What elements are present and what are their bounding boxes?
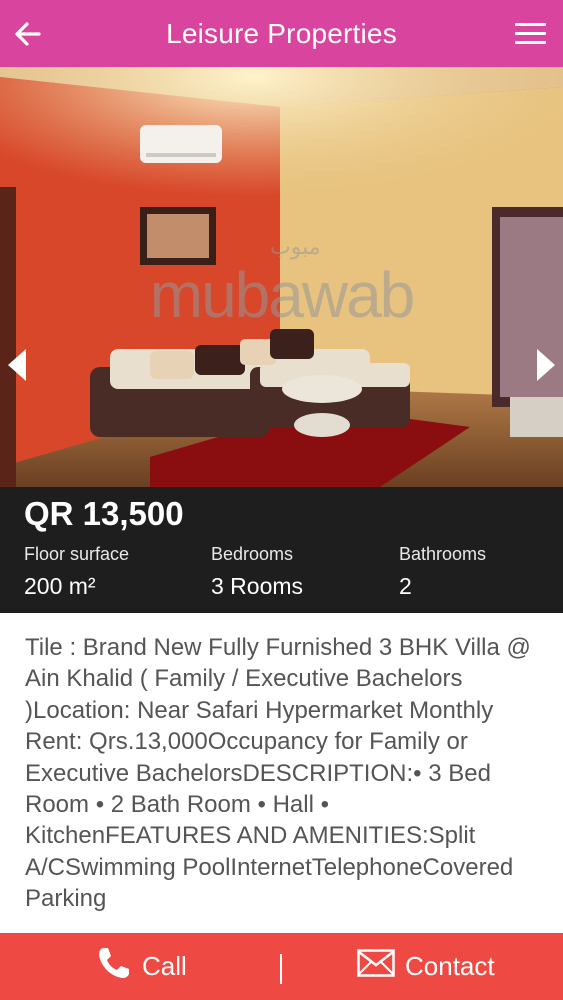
stat-bathrooms: Bathrooms 2 [399,544,486,600]
contact-label: Contact [405,951,495,981]
back-button[interactable] [10,16,46,52]
contact-button[interactable]: Contact [357,933,495,1000]
watermark-arabic: مبوب [270,235,321,260]
arrow-left-icon [15,22,41,46]
stat-bedrooms: Bedrooms 3 Rooms [211,544,303,600]
previous-photo-button[interactable] [4,345,32,385]
chevron-left-icon [8,349,26,381]
watermark: mubawab [149,259,416,331]
price: QR 13,500 [24,495,184,532]
stat-floor-surface: Floor surface 200 m² [24,544,129,600]
app-header: Leisure Properties [0,0,563,67]
stat-value: 200 m² [24,573,96,599]
stat-label: Bedrooms [211,544,294,564]
phone-icon [96,945,132,988]
call-button[interactable]: Call [96,933,187,1000]
call-label: Call [142,951,187,981]
property-photo-gallery[interactable]: مبوب mubawab [0,67,563,487]
next-photo-button[interactable] [531,345,559,385]
chevron-right-icon [537,349,555,381]
envelope-icon [357,949,395,984]
stat-label: Bathrooms [399,544,487,564]
stat-label: Floor surface [24,544,130,564]
action-divider [280,954,282,984]
property-summary: QR 13,500 Floor surface 200 m² Bedrooms … [0,487,563,613]
property-description: Tile : Brand New Fully Furnished 3 BHK V… [25,634,531,913]
action-bar: Call Contact [0,933,563,1000]
stat-value: 2 [399,573,412,599]
menu-button[interactable] [513,18,549,50]
stat-value: 3 Rooms [211,573,304,599]
page-title: Leisure Properties [166,17,397,49]
